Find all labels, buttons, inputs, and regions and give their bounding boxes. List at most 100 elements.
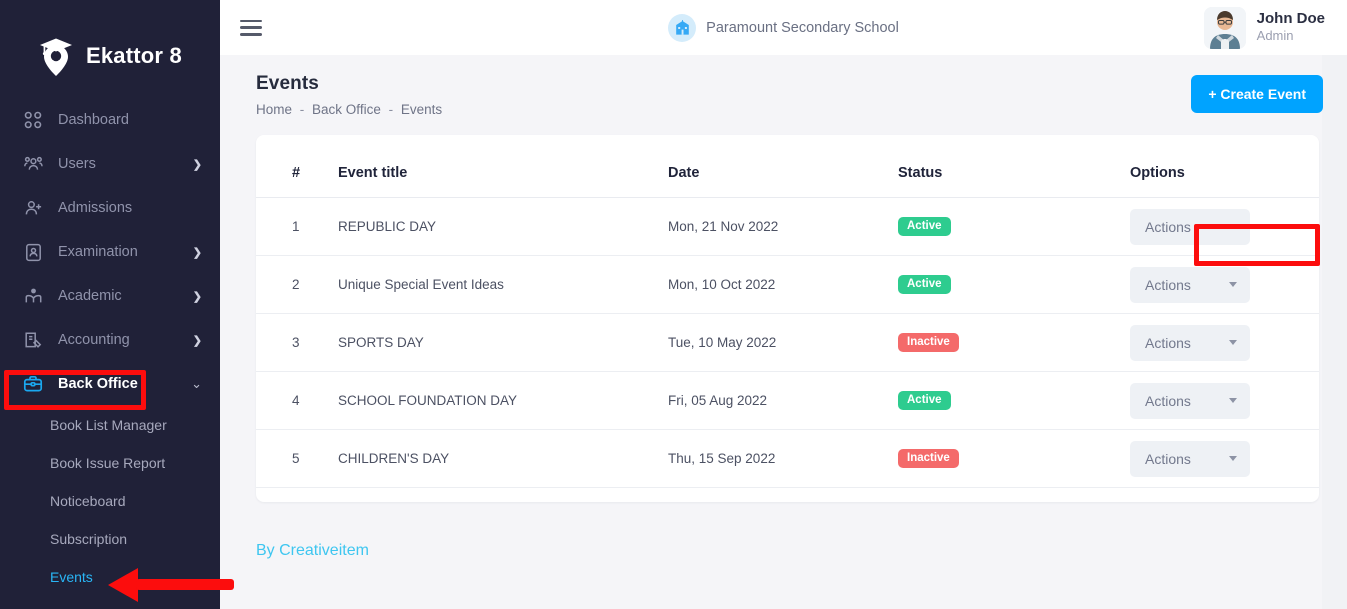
- avatar: [1204, 7, 1246, 49]
- row-date: Fri, 05 Aug 2022: [668, 372, 898, 430]
- row-date: Mon, 10 Oct 2022: [668, 256, 898, 314]
- sidebar-item-accounting[interactable]: Accounting ❯: [0, 318, 220, 362]
- exam-document-icon: [22, 241, 44, 263]
- sidebar: Ekattor 8 Dashboard: [0, 0, 220, 609]
- briefcase-icon: [22, 373, 44, 395]
- row-status-cell: Active: [898, 256, 1130, 314]
- table-row: 4 SCHOOL FOUNDATION DAY Fri, 05 Aug 2022…: [256, 372, 1319, 430]
- users-group-icon: [22, 153, 44, 175]
- profile-menu[interactable]: John Doe Admin: [1204, 7, 1325, 49]
- sidebar-item-noticeboard[interactable]: Noticeboard: [0, 482, 220, 520]
- sidebar-item-back-office[interactable]: Back Office ⌄: [0, 362, 220, 406]
- user-role: Admin: [1257, 28, 1325, 45]
- table-body: 1 REPUBLIC DAY Mon, 21 Nov 2022 Active A…: [256, 198, 1319, 488]
- page-title: Events: [256, 73, 442, 95]
- chevron-right-icon: ❯: [193, 158, 202, 171]
- row-title: SCHOOL FOUNDATION DAY: [338, 372, 668, 430]
- sidebar-item-events[interactable]: Events: [0, 558, 220, 596]
- sidebar-item-label: Accounting: [58, 332, 193, 348]
- chevron-right-icon: ❯: [193, 290, 202, 303]
- row-status-cell: Active: [898, 372, 1130, 430]
- row-status-cell: Inactive: [898, 430, 1130, 488]
- table-header-row: # Event title Date Status Options: [256, 141, 1319, 198]
- table-row: 2 Unique Special Event Ideas Mon, 10 Oct…: [256, 256, 1319, 314]
- sidebar-subitem-label: Events: [50, 569, 93, 585]
- status-badge: Active: [898, 275, 951, 295]
- row-2-actions-button[interactable]: Actions: [1130, 267, 1250, 303]
- breadcrumb: Home - Back Office - Events: [256, 102, 442, 117]
- school-identity: Paramount Secondary School: [604, 14, 964, 42]
- table-row: 1 REPUBLIC DAY Mon, 21 Nov 2022 Active A…: [256, 198, 1319, 256]
- sidebar-item-dashboard[interactable]: Dashboard: [0, 98, 220, 142]
- events-table-card: # Event title Date Status Options 1 REPU…: [256, 135, 1319, 502]
- actions-label: Actions: [1145, 277, 1191, 293]
- sidebar-item-label: Academic: [58, 288, 193, 304]
- status-badge: Inactive: [898, 333, 959, 353]
- breadcrumb-events[interactable]: Events: [401, 102, 442, 117]
- sidebar-item-users[interactable]: Users ❯: [0, 142, 220, 186]
- row-number: 4: [256, 372, 338, 430]
- row-options-cell: Actions: [1130, 372, 1319, 430]
- table-head: # Event title Date Status Options: [256, 141, 1319, 198]
- events-table: # Event title Date Status Options 1 REPU…: [256, 141, 1319, 488]
- row-number: 2: [256, 256, 338, 314]
- sidebar-item-admissions[interactable]: Admissions: [0, 186, 220, 230]
- row-date: Thu, 15 Sep 2022: [668, 430, 898, 488]
- user-plus-icon: [22, 197, 44, 219]
- row-4-actions-button[interactable]: Actions: [1130, 383, 1250, 419]
- sidebar-item-label: Back Office: [58, 376, 191, 392]
- breadcrumb-separator: -: [300, 102, 305, 117]
- column-header-date: Date: [668, 141, 898, 198]
- breadcrumb-separator: -: [389, 102, 394, 117]
- chevron-down-icon: [1229, 282, 1237, 287]
- sidebar-item-book-issue-report[interactable]: Book Issue Report: [0, 444, 220, 482]
- row-3-actions-button[interactable]: Actions: [1130, 325, 1250, 361]
- app-root: Ekattor 8 Dashboard: [0, 0, 1347, 609]
- breadcrumb-home[interactable]: Home: [256, 102, 292, 117]
- row-date: Mon, 21 Nov 2022: [668, 198, 898, 256]
- row-title: Unique Special Event Ideas: [338, 256, 668, 314]
- sidebar-item-book-list-manager[interactable]: Book List Manager: [0, 406, 220, 444]
- chevron-down-icon: [1229, 340, 1237, 345]
- sidebar-item-examination[interactable]: Examination ❯: [0, 230, 220, 274]
- hamburger-menu-icon[interactable]: [240, 20, 262, 36]
- column-header-number: #: [256, 141, 338, 198]
- actions-label: Actions: [1145, 335, 1191, 351]
- graduation-cap-pin-icon: [36, 34, 76, 78]
- school-building-icon: [668, 14, 696, 42]
- row-number: 5: [256, 430, 338, 488]
- sidebar-item-label: Admissions: [58, 200, 202, 216]
- breadcrumb-back-office[interactable]: Back Office: [312, 102, 381, 117]
- chevron-right-icon: ❯: [193, 334, 202, 347]
- brand[interactable]: Ekattor 8: [0, 0, 220, 86]
- status-badge: Active: [898, 391, 951, 411]
- row-title: SPORTS DAY: [338, 314, 668, 372]
- row-options-cell: Actions: [1130, 198, 1319, 256]
- topbar: Paramount Secondary School: [220, 0, 1347, 55]
- chevron-down-icon: [1229, 224, 1237, 229]
- status-badge: Active: [898, 217, 951, 237]
- sidebar-item-academic[interactable]: Academic ❯: [0, 274, 220, 318]
- page-content: Events Home - Back Office - Events + Cre…: [220, 55, 1347, 560]
- user-name: John Doe: [1257, 10, 1325, 27]
- table-row: 3 SPORTS DAY Tue, 10 May 2022 Inactive A…: [256, 314, 1319, 372]
- sidebar-nav: Dashboard Users ❯: [0, 98, 220, 596]
- row-5-actions-button[interactable]: Actions: [1130, 441, 1250, 477]
- table-row: 5 CHILDREN'S DAY Thu, 15 Sep 2022 Inacti…: [256, 430, 1319, 488]
- footer-credit[interactable]: By Creativeitem: [256, 542, 1323, 560]
- create-event-button[interactable]: + Create Event: [1191, 75, 1323, 113]
- actions-label: Actions: [1145, 393, 1191, 409]
- row-number: 1: [256, 198, 338, 256]
- chevron-down-icon: [1229, 456, 1237, 461]
- actions-label: Actions: [1145, 219, 1191, 235]
- sidebar-subitem-label: Book List Manager: [50, 417, 167, 433]
- school-name: Paramount Secondary School: [706, 20, 899, 36]
- sidebar-subitem-label: Noticeboard: [50, 493, 126, 509]
- column-header-status: Status: [898, 141, 1130, 198]
- sidebar-item-label: Dashboard: [58, 112, 202, 128]
- sidebar-item-subscription[interactable]: Subscription: [0, 520, 220, 558]
- row-options-cell: Actions: [1130, 314, 1319, 372]
- row-1-actions-button[interactable]: Actions: [1130, 209, 1250, 245]
- chevron-down-icon: [1229, 398, 1237, 403]
- actions-label: Actions: [1145, 451, 1191, 467]
